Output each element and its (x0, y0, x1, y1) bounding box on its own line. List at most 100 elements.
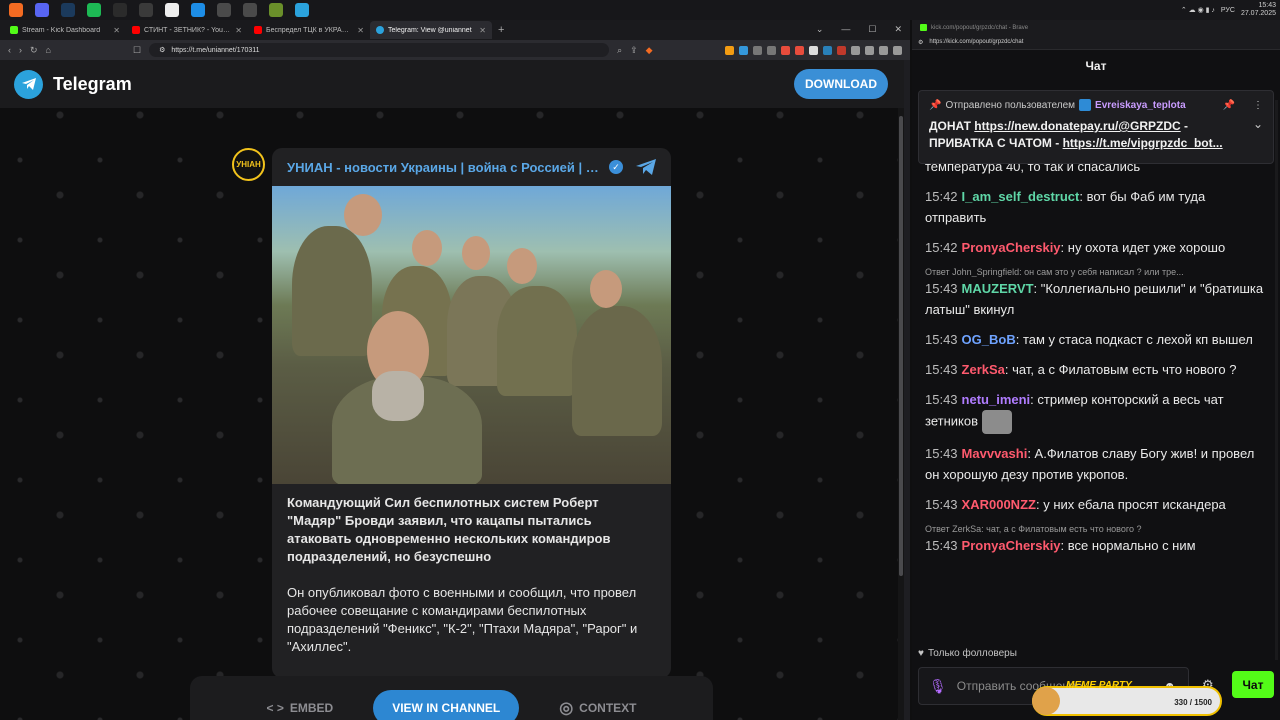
pinned-link-bot[interactable]: https://t.me/vipgrpzdc_bot... (1063, 136, 1223, 150)
extension-icon[interactable] (879, 45, 888, 55)
youtube-favicon-icon (132, 26, 140, 34)
close-tab-icon[interactable]: ✕ (235, 26, 242, 35)
pinned-by-user[interactable]: Evreiskaya_teplota (1095, 100, 1186, 111)
message-username[interactable]: I_am_self_destruct (962, 189, 1080, 204)
home-icon[interactable]: ⌂ (46, 45, 51, 55)
tab-youtube-tck[interactable]: Беспредел ТЦК в УКРАИНЕ 2 / Мем... ✕ (248, 21, 370, 39)
extension-icon[interactable] (837, 45, 846, 55)
chat-message[interactable]: Ответ ZerkSa: чат, а с Филатовым есть чт… (925, 524, 1264, 556)
unpin-icon[interactable]: 📌 (1223, 100, 1235, 111)
url-field[interactable]: ⚙ https://t.me/uniannet/170311 (149, 43, 610, 57)
microphone-icon[interactable]: 🎙 (929, 678, 947, 695)
zoom-icon[interactable]: ⌕ (617, 45, 622, 56)
chat-message[interactable]: 15:43 Mavvvashi: А.Филатов славу Богу жив… (925, 443, 1264, 485)
extension-icon[interactable] (823, 45, 832, 55)
tab-kick-dashboard[interactable]: Stream - Kick Dashboard ✕ (4, 21, 126, 39)
menu-icon[interactable] (893, 45, 902, 55)
extension-icon[interactable] (809, 45, 818, 55)
telegram-brand[interactable]: Telegram (53, 74, 132, 95)
tab-telegram[interactable]: Telegram: View @uniannet ✕ (370, 21, 492, 39)
site-info-icon[interactable]: ⚙ (918, 39, 923, 46)
chat-message[interactable]: 15:42 I_am_self_destruct: вот бы Фаб им т… (925, 186, 1264, 228)
telegram-logo-icon[interactable] (14, 69, 43, 99)
maximize-icon[interactable]: ☐ (868, 24, 876, 35)
context-button[interactable]: ◎ CONTEXT (559, 698, 636, 718)
chevron-down-icon[interactable]: ⌄ (816, 24, 824, 35)
close-tab-icon[interactable]: ✕ (479, 26, 486, 35)
lang-indicator[interactable]: РУС (1221, 7, 1235, 14)
message-username[interactable]: PronyaCherskiy (962, 240, 1061, 255)
tab-youtube-stint[interactable]: СТИНТ - ЗЕТНИК? - YouTube ✕ (126, 21, 248, 39)
message-username[interactable]: PronyaCherskiy (962, 538, 1061, 553)
download-button[interactable]: DOWNLOAD (794, 69, 888, 99)
extension-icon[interactable] (781, 45, 790, 55)
extension-icon[interactable] (753, 45, 762, 55)
tray-icons[interactable]: ⌃ ☁ ◉ ▮ ♪ (1181, 6, 1215, 14)
message-username[interactable]: MAUZERVT (962, 281, 1034, 296)
message-username[interactable]: OG_BoB (962, 332, 1016, 347)
pinned-link-donate[interactable]: https://new.donatepay.ru/@GRPZDC (974, 119, 1180, 133)
extension-icon[interactable] (795, 45, 804, 55)
minimize-icon[interactable]: — (841, 24, 850, 35)
code-icon: < > (266, 700, 284, 715)
obs-icon[interactable] (113, 3, 127, 17)
extension-icon[interactable] (739, 45, 748, 55)
site-info-icon[interactable]: ⚙ (159, 46, 165, 54)
url-text[interactable]: https://kick.com/popout/grpzdc/chat (929, 39, 1023, 45)
reply-reference[interactable]: Ответ John_Springfield: он сам это у себ… (925, 267, 1264, 277)
channel-avatar[interactable]: УНІАН (232, 148, 265, 181)
chat-message[interactable]: 15:42 PronyaCherskiy: ну охота идет уже х… (925, 237, 1264, 258)
app-icon[interactable] (217, 3, 231, 17)
chat-message[interactable]: 15:43 OG_BoB: там у стаса подкаст с лехой… (925, 329, 1264, 350)
post-photo[interactable] (272, 186, 671, 484)
new-tab-button[interactable]: + (498, 24, 504, 36)
message-username[interactable]: ZerkSa (962, 362, 1005, 377)
clock[interactable]: 15:43 27.07.2025 (1241, 2, 1276, 18)
app-icon[interactable] (269, 3, 283, 17)
reload-icon[interactable]: ↻ (30, 45, 38, 56)
pinned-message[interactable]: 📌 Отправлено пользователем Evreiskaya_te… (918, 90, 1274, 164)
message-username[interactable]: Mavvvashi (962, 446, 1028, 461)
bookmark-icon[interactable]: ☐ (133, 45, 141, 56)
embed-label: EMBED (289, 700, 334, 715)
message-username[interactable]: XAR000NZZ (962, 497, 1036, 512)
beard (372, 371, 424, 421)
view-in-channel-button[interactable]: VIEW IN CHANNEL (373, 689, 520, 720)
message-username[interactable]: netu_imeni (962, 392, 1031, 407)
back-icon[interactable]: ‹ (8, 45, 11, 55)
page-scrollbar[interactable] (898, 108, 904, 720)
share-icon[interactable]: ⇪ (630, 45, 638, 56)
close-icon[interactable]: ✕ (894, 24, 902, 35)
app-icon[interactable] (191, 3, 205, 17)
app-icon[interactable] (139, 3, 153, 17)
chat-message[interactable]: 15:43 ZerkSa: чат, а с Филатовым есть что… (925, 359, 1264, 380)
chat-message[interactable]: 15:43 netu_imeni: стример конторский а ве… (925, 389, 1264, 434)
more-options-icon[interactable]: ⋮ (1253, 100, 1263, 111)
brave-icon[interactable] (9, 3, 23, 17)
steam-icon[interactable] (61, 3, 75, 17)
chat-scrollbar[interactable] (1275, 100, 1278, 660)
extension-icon[interactable] (865, 45, 874, 55)
embed-button[interactable]: < > EMBED (266, 701, 333, 715)
discord-icon[interactable] (35, 3, 49, 17)
close-tab-icon[interactable]: ✕ (113, 26, 120, 35)
extension-icon[interactable] (851, 45, 860, 55)
extension-icon[interactable] (725, 45, 734, 55)
telegram-post: УНИАН - новости Украины | война с Россие… (272, 148, 671, 678)
scroll-thumb[interactable] (899, 116, 903, 576)
expand-chevron-icon[interactable]: ⌄ (1253, 117, 1263, 131)
close-tab-icon[interactable]: ✕ (357, 26, 364, 35)
telegram-icon[interactable] (295, 3, 309, 17)
app-icon[interactable] (243, 3, 257, 17)
send-chat-button[interactable]: Чат (1232, 671, 1274, 698)
forward-icon[interactable]: › (19, 45, 22, 55)
reply-reference[interactable]: Ответ ZerkSa: чат, а с Филатовым есть чт… (925, 524, 1264, 534)
brave-shield-icon[interactable]: ◆ (646, 45, 653, 56)
share-icon[interactable] (635, 158, 657, 176)
chat-message[interactable]: 15:43 XAR000NZZ: у них ебала просят искан… (925, 494, 1264, 515)
chat-message[interactable]: Ответ John_Springfield: он сам это у себ… (925, 267, 1264, 320)
extension-icon[interactable] (767, 45, 776, 55)
spotify-icon[interactable] (87, 3, 101, 17)
app-icon[interactable] (165, 3, 179, 17)
channel-name-link[interactable]: УНИАН - новости Украины | война с Россие… (287, 160, 601, 175)
